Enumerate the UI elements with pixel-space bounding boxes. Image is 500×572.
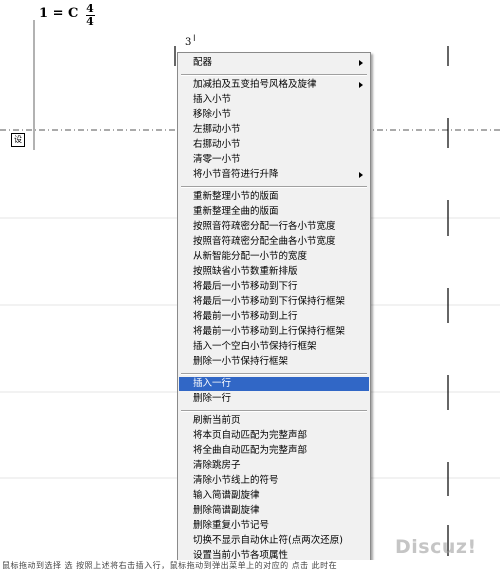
time-signature-bottom: 4	[86, 15, 94, 28]
menu-item-distribute-song-width[interactable]: 按照音符疏密分配全曲各小节宽度	[179, 235, 369, 249]
menu-item-label: 重新整理小节的版面	[193, 191, 279, 202]
menu-item-match-song-voices[interactable]: 将全曲自动匹配为完整声部	[179, 444, 369, 458]
menu-item-insert-measure[interactable]: 插入小节	[179, 93, 369, 107]
menu-item-label: 加减拍及五变拍号风格及旋律	[193, 79, 317, 90]
menu-item-label: 插入一个空白小节保持行框架	[193, 341, 317, 352]
menu-item-label: 将本页自动匹配为完整声部	[193, 430, 308, 441]
menu-item-delete-repeat-mark[interactable]: 删除重复小节记号	[179, 519, 369, 533]
menu-item-label: 删除一小节保持行框架	[193, 356, 289, 367]
menu-item-label: 切换不显示自动休止符(点两次还原)	[193, 535, 343, 546]
menu-item-label: 插入小节	[193, 94, 232, 105]
menu-item-transpose-notes[interactable]: 将小节音符进行升降	[179, 168, 369, 182]
menu-item-label: 将全曲自动匹配为完整声部	[193, 445, 308, 456]
menu-item-delete-measure-keep[interactable]: 删除一小节保持行框架	[179, 355, 369, 369]
menu-item-move-last-down[interactable]: 将最后一小节移动到下行	[179, 280, 369, 294]
menu-item-label: 按照音符疏密分配全曲各小节宽度	[193, 236, 336, 247]
menu-item-label: 输入简谱副旋律	[193, 490, 260, 501]
menu-item-label: 将最前一小节移动到上行	[193, 311, 298, 322]
menu-item-label: 刷新当前页	[193, 415, 241, 426]
menu-item-delete-sub-melody[interactable]: 删除简谱副旋律	[179, 504, 369, 518]
menu-item-clear-measure[interactable]: 清零一小节	[179, 153, 369, 167]
menu-item-label: 按照缺省小节数重新排版	[193, 266, 298, 277]
menu-item-move-measure-left[interactable]: 左挪动小节	[179, 123, 369, 137]
menu-item-relayout-default[interactable]: 按照缺省小节数重新排版	[179, 265, 369, 279]
menu-item-match-page-voices[interactable]: 将本页自动匹配为完整声部	[179, 429, 369, 443]
menu-item-label: 删除简谱副旋律	[193, 505, 260, 516]
menu-item-label: 左挪动小节	[193, 124, 241, 135]
menu-item-label: 清零一小节	[193, 154, 241, 165]
menu-item-label: 重新整理全曲的版面	[193, 206, 279, 217]
menu-item-label: 将小节音符进行升降	[193, 169, 279, 180]
menu-item-move-first-up-keep[interactable]: 将最前一小节移动到上行保持行框架	[179, 325, 369, 339]
menu-item-distribute-row-width[interactable]: 按照音符疏密分配一行各小节宽度	[179, 220, 369, 234]
menu-item-insert-row[interactable]: 插入一行	[179, 377, 369, 391]
menu-item-move-measure-right[interactable]: 右挪动小节	[179, 138, 369, 152]
key-signature-label: 1 = C	[39, 6, 79, 21]
text-cursor-icon: I	[193, 34, 196, 44]
menu-item-label: 删除一行	[193, 393, 232, 404]
menu-item-reorganize-song-layout[interactable]: 重新整理全曲的版面	[179, 205, 369, 219]
menu-item-move-first-up[interactable]: 将最前一小节移动到上行	[179, 310, 369, 324]
submenu-arrow-icon	[359, 60, 363, 66]
context-menu: 配器 加减拍及五变拍号风格及旋律 插入小节 移除小节 左挪动小节 右挪动小节 清…	[177, 52, 371, 567]
menu-item-label: 按照音符疏密分配一行各小节宽度	[193, 221, 336, 232]
measure-number: 3	[185, 37, 192, 48]
menu-item-orchestration[interactable]: 配器	[179, 56, 369, 70]
menu-item-refresh-page[interactable]: 刷新当前页	[179, 414, 369, 428]
menu-item-move-last-down-keep[interactable]: 将最后一小节移动到下行保持行框架	[179, 295, 369, 309]
menu-item-smart-measure-width[interactable]: 从新智能分配一小节的宽度	[179, 250, 369, 264]
menu-item-label: 插入一行	[193, 378, 232, 389]
menu-item-label: 将最前一小节移动到上行保持行框架	[193, 326, 346, 337]
menu-item-clear-volta[interactable]: 清除跳房子	[179, 459, 369, 473]
menu-item-insert-blank-measure[interactable]: 插入一个空白小节保持行框架	[179, 340, 369, 354]
menu-item-label: 右挪动小节	[193, 139, 241, 150]
menu-item-label: 将最后一小节移动到下行	[193, 281, 298, 292]
menu-item-label: 删除重复小节记号	[193, 520, 270, 531]
menu-separator	[181, 74, 367, 76]
menu-item-label: 移除小节	[193, 109, 232, 120]
watermark-logo: Discuz!	[395, 536, 477, 558]
menu-separator	[181, 373, 367, 375]
menu-item-remove-measure[interactable]: 移除小节	[179, 108, 369, 122]
submenu-arrow-icon	[359, 172, 363, 178]
time-signature-top: 4	[86, 2, 94, 15]
menu-item-input-sub-melody[interactable]: 输入简谱副旋律	[179, 489, 369, 503]
menu-item-label: 将最后一小节移动到下行保持行框架	[193, 296, 346, 307]
menu-item-delete-row[interactable]: 删除一行	[179, 392, 369, 406]
time-signature: 4 4	[85, 2, 95, 28]
bottom-caption-strip: 鼠标拖动到选择 选 按照上述将右击插入行，鼠标拖动到弹出菜单上的对应的 点击 此…	[0, 560, 500, 572]
menu-item-reorganize-measure-layout[interactable]: 重新整理小节的版面	[179, 190, 369, 204]
menu-item-label: 清除跳房子	[193, 460, 241, 471]
menu-separator	[181, 186, 367, 188]
menu-item-label: 从新智能分配一小节的宽度	[193, 251, 308, 262]
submenu-arrow-icon	[359, 82, 363, 88]
bottom-caption: 鼠标拖动到选择 选 按照上述将右击插入行，鼠标拖动到弹出菜单上的对应的 点击 此…	[2, 561, 338, 570]
menu-item-label: 清除小节线上的符号	[193, 475, 279, 486]
menu-item-time-signature-style[interactable]: 加减拍及五变拍号风格及旋律	[179, 78, 369, 92]
menu-item-toggle-auto-rest[interactable]: 切换不显示自动休止符(点两次还原)	[179, 534, 369, 548]
menu-separator	[181, 410, 367, 412]
menu-item-clear-barline-symbols[interactable]: 清除小节线上的符号	[179, 474, 369, 488]
menu-item-label: 配器	[193, 57, 213, 68]
side-tag[interactable]: 设	[11, 133, 25, 147]
